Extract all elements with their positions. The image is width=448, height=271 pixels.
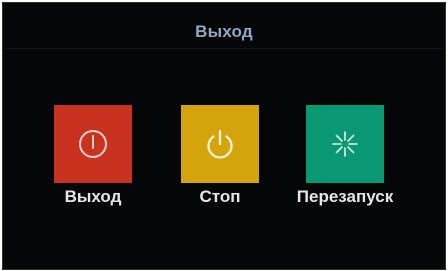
restart-label: Перезапуск <box>296 187 394 206</box>
stop-label: Стоп <box>199 187 241 206</box>
restart-button[interactable] <box>306 105 384 183</box>
exit-dialog: Выход Выход Стоп Перезапуск <box>2 2 446 270</box>
dialog-title: Выход <box>195 22 253 41</box>
exit-label: Выход <box>64 187 122 206</box>
exit-button[interactable] <box>54 105 132 183</box>
asterisk-spark-icon <box>325 124 365 164</box>
power-circle-icon <box>73 124 113 164</box>
power-icon <box>200 124 240 164</box>
title-divider <box>5 48 443 49</box>
stop-button[interactable] <box>181 105 259 183</box>
